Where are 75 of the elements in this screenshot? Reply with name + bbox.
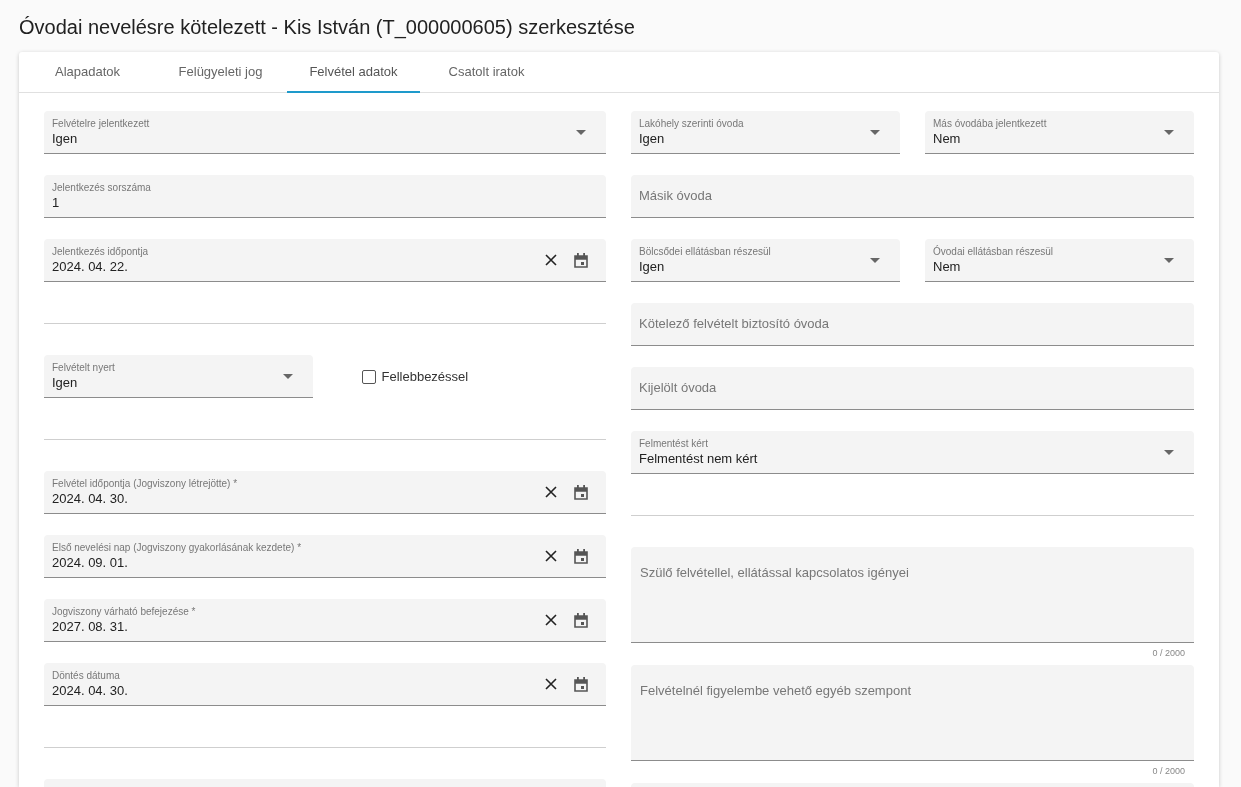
dropdown-field[interactable]: Felvételre jelentkezett Igen: [44, 111, 606, 154]
date-field[interactable]: Felvétel időpontja (Jogviszony létrejötte) * 2024. 04. 30.: [44, 471, 606, 514]
caret-icon: [1164, 257, 1174, 263]
caret-icon: [870, 257, 880, 263]
field-label: Jelentkezés sorszáma: [52, 181, 152, 194]
input-field[interactable]: Másik óvoda: [631, 175, 1194, 218]
dropdown-field[interactable]: Felvételt nyert Igen: [44, 355, 313, 398]
date-field[interactable]: Jogviszony várható befejezése * 2027. 08. 31.: [44, 599, 606, 642]
page-title: Óvodai nevelésre kötelezett - Kis István (T_000000605) szerkesztése: [18, 15, 636, 41]
field-value: 1: [52, 193, 61, 211]
caret-icon: [1164, 129, 1174, 135]
text-area[interactable]: Felvételnél figyelembe vehető egyéb szempont: [631, 665, 1194, 761]
calendar-icon[interactable]: [574, 676, 588, 692]
field-label: Másik óvoda: [639, 187, 713, 206]
field-value: 2027. 08. 31.: [52, 617, 129, 635]
field-label: Döntés dátuma: [52, 669, 121, 682]
close-icon[interactable]: [545, 614, 557, 626]
field-value: Nem: [933, 129, 962, 147]
close-icon[interactable]: [545, 550, 557, 562]
caret-icon: [1164, 449, 1174, 455]
date-field[interactable]: Első nevelési nap (Jogviszony gyakorlásának kezdete) * 2024. 09. 01.: [44, 535, 606, 578]
tab[interactable]: Csatolt iratok: [420, 52, 553, 93]
field-value: 2024. 04. 30.: [52, 489, 129, 507]
field-label: Jogviszony várható befejezése *: [52, 605, 197, 618]
dropdown-field[interactable]: Más óvodába jelentkezett Nem: [925, 111, 1194, 154]
field-label: Óvodai ellátásban részesül: [933, 245, 1055, 258]
field-label: Más óvodába jelentkezett: [933, 117, 1048, 130]
field-label: Felvételre jelentkezett: [52, 117, 151, 130]
close-icon[interactable]: [545, 678, 557, 690]
field-label: Felvételnél figyelembe vehető egyéb szempont: [640, 683, 911, 698]
field-label: Első nevelési nap (Jogviszony gyakorlásának kezdete) *: [52, 541, 303, 554]
field-label: Jelentkezés időpontja: [52, 245, 150, 258]
tab[interactable]: Felvétel adatok: [287, 52, 420, 93]
dropdown-field[interactable]: Bölcsődei ellátásban részesül Igen: [631, 239, 900, 282]
field-label: Felmentést kért: [639, 437, 709, 450]
caret-icon: [870, 129, 880, 135]
field-value: 2024. 04. 30.: [52, 681, 129, 699]
date-field[interactable]: Döntés dátuma 2024. 04. 30.: [44, 663, 606, 706]
field-value: 2024. 09. 01.: [52, 553, 129, 571]
field-value: Igen: [639, 257, 666, 275]
caret-icon: [282, 373, 293, 379]
calendar-icon[interactable]: [574, 548, 588, 564]
field-label: Kijelölt óvoda: [639, 379, 718, 398]
field-label: Felvétel időpontja (Jogviszony létrejötte) *: [52, 477, 239, 490]
calendar-icon[interactable]: [574, 252, 588, 268]
checkbox-label: Fellebbezéssel: [381, 367, 469, 386]
field-value: Igen: [52, 129, 79, 147]
field-value: Igen: [52, 373, 79, 391]
dropdown-field[interactable]: Lakóhely szerinti óvoda Igen: [631, 111, 900, 154]
calendar-icon[interactable]: [574, 612, 588, 628]
field-value: Nem: [933, 257, 962, 275]
dropdown-field[interactable]: Felmentést kért Felmentést nem kért: [631, 431, 1194, 474]
caret-icon: [576, 129, 586, 135]
dropdown-field[interactable]: Óvodai ellátásban részesül Nem: [925, 239, 1194, 282]
field-label: Bölcsődei ellátásban részesül: [639, 245, 772, 258]
calendar-icon[interactable]: [574, 484, 588, 500]
character-counter: 0 / 2000: [1152, 647, 1185, 661]
text-area[interactable]: Szülő felvétellel, ellátással kapcsolatos igényei: [631, 547, 1194, 643]
field-label: Felvételt nyert: [52, 361, 116, 374]
character-counter: 0 / 2000: [1152, 765, 1185, 779]
field-label: Lakóhely szerinti óvoda: [639, 117, 745, 130]
date-field[interactable]: Jelentkezés időpontja 2024. 04. 22.: [44, 239, 606, 282]
close-icon[interactable]: [545, 486, 557, 498]
field-label: Kötelező felvételt biztosító óvoda: [639, 315, 831, 334]
input-field[interactable]: Kijelölt óvoda: [631, 367, 1194, 410]
tab[interactable]: Alapadatok: [21, 52, 154, 93]
close-icon[interactable]: [545, 254, 557, 266]
checkbox[interactable]: [361, 369, 376, 384]
tab[interactable]: Felügyeleti jog: [154, 52, 287, 93]
field-label: Szülő felvétellel, ellátással kapcsolatos igényei: [640, 565, 909, 580]
input-field[interactable]: Kötelező felvételt biztosító óvoda: [631, 303, 1194, 346]
field-value: 2024. 04. 22.: [52, 257, 129, 275]
input-field[interactable]: Jelentkezés sorszáma 1: [44, 175, 606, 218]
field-value: Igen: [639, 129, 666, 147]
field-value: Felmentést nem kért: [639, 449, 759, 467]
